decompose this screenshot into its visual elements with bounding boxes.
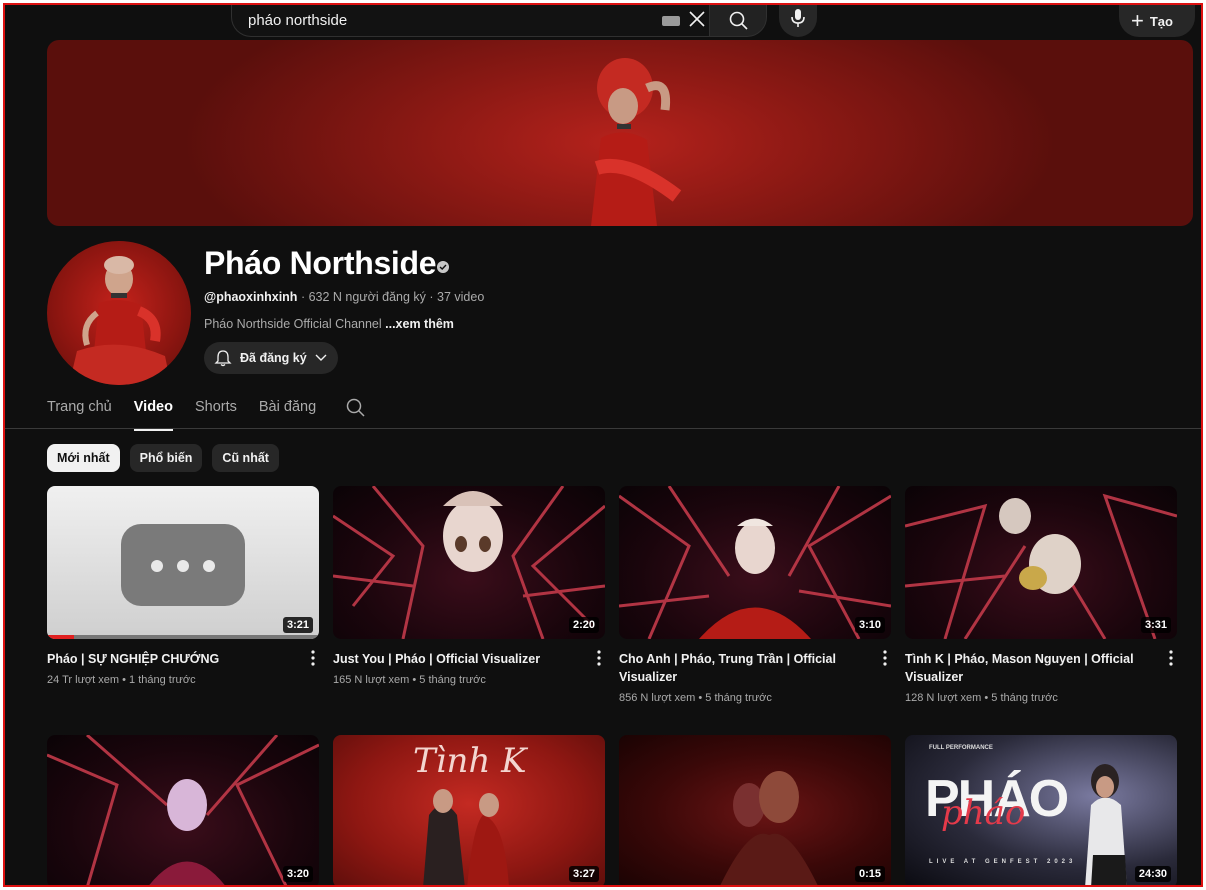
search-icon: [729, 11, 748, 30]
thumbnail-art: [47, 735, 319, 885]
video-age: 5 tháng trước: [705, 692, 772, 704]
search-input[interactable]: [248, 12, 648, 29]
tabs-divider: [5, 428, 1201, 429]
search-box[interactable]: [231, 5, 713, 37]
thumbnail-art: [1085, 764, 1127, 885]
create-label: Tạo: [1149, 13, 1173, 29]
video-thumbnail[interactable]: FULL PERFORMANCE PHÁO pháo LIVE AT GENFE…: [905, 735, 1177, 885]
watch-progress-fill: [47, 635, 75, 639]
video-views: 24 Tr lượt xem: [47, 674, 120, 686]
tab-home[interactable]: Trang chủ: [47, 399, 112, 429]
video-meta: 165 N lượt xem • 5 tháng trước: [333, 674, 486, 686]
thumbnail-art: [423, 789, 509, 885]
thumbnail-art: [333, 486, 605, 639]
youtube-channel-page: + Tạo Pháo Northside @phaoxinhxinh: [3, 3, 1203, 887]
video-duration: 2:20: [568, 617, 599, 633]
channel-meta: @phaoxinhxinh · 632 N người đăng ký · 37…: [204, 290, 484, 304]
search-button[interactable]: [709, 5, 767, 37]
subscribed-label: Đã đăng ký: [240, 351, 307, 365]
video-thumbnail[interactable]: 3:10: [619, 486, 891, 639]
see-more-link[interactable]: ...xem thêm: [385, 317, 454, 331]
watch-progress-bar: [47, 635, 319, 639]
more-options-icon[interactable]: [1169, 650, 1173, 666]
video-thumbnail[interactable]: 3:31: [905, 486, 1177, 639]
video-meta: 128 N lượt xem • 5 tháng trước: [905, 692, 1058, 704]
video-duration: 0:15: [854, 866, 885, 882]
banner-artist-image: [591, 58, 682, 226]
video-thumbnail[interactable]: 2:20: [333, 486, 605, 639]
video-card[interactable]: 3:21 Pháo | SỰ NGHIỆP CHƯỚNG 24 Tr lượt …: [47, 486, 319, 686]
chip-latest[interactable]: Mới nhất: [47, 444, 120, 472]
keyboard-icon[interactable]: [662, 16, 680, 26]
video-thumbnail[interactable]: 3:20: [47, 735, 319, 885]
video-meta: 856 N lượt xem • 5 tháng trước: [619, 692, 772, 704]
video-thumbnail[interactable]: 3:21: [47, 486, 319, 639]
more-options-icon[interactable]: [597, 650, 601, 666]
channel-avatar[interactable]: [47, 241, 191, 385]
video-duration: 3:31: [1140, 617, 1171, 633]
voice-search-button[interactable]: [779, 5, 817, 37]
avatar-image: [69, 256, 171, 385]
mic-icon: [791, 9, 805, 27]
thumbnail-art: [905, 493, 1177, 639]
video-views: 856 N lượt xem: [619, 692, 696, 704]
video-views: 128 N lượt xem: [905, 692, 982, 704]
video-age: 5 tháng trước: [991, 692, 1058, 704]
channel-banner: [47, 40, 1193, 226]
sort-chips: Mới nhất Phổ biến Cũ nhất: [47, 444, 289, 472]
subscriber-count: 632 N người đăng ký: [308, 290, 426, 304]
video-duration: 3:27: [568, 866, 599, 882]
thumbnail-art: [619, 486, 891, 639]
video-card[interactable]: 3:10 Cho Anh | Pháo, Trung Trần | Offici…: [619, 486, 891, 704]
video-age: 5 tháng trước: [419, 674, 486, 686]
dot: [151, 560, 163, 572]
meta-separator: ·: [300, 290, 309, 304]
tab-shorts[interactable]: Shorts: [195, 399, 237, 429]
meta-separator: ·: [429, 290, 438, 304]
tab-videos[interactable]: Video: [133, 399, 174, 431]
video-duration: 24:30: [1134, 866, 1171, 882]
chevron-down-icon: [315, 354, 327, 361]
more-options-icon[interactable]: [311, 650, 315, 666]
video-thumbnail[interactable]: Tình K 3:27: [333, 735, 605, 885]
chip-popular[interactable]: Phổ biến: [129, 444, 203, 472]
video-duration: 3:20: [282, 866, 313, 882]
channel-description[interactable]: Pháo Northside Official Channel ...xem t…: [204, 317, 454, 331]
chip-oldest[interactable]: Cũ nhất: [212, 444, 279, 472]
dot: [177, 560, 189, 572]
more-options-icon[interactable]: [883, 650, 887, 666]
video-card[interactable]: FULL PERFORMANCE PHÁO pháo LIVE AT GENFE…: [905, 735, 1177, 885]
create-button[interactable]: + Tạo: [1119, 5, 1195, 37]
description-text: Pháo Northside Official Channel: [204, 317, 382, 331]
video-duration: 3:21: [282, 617, 313, 633]
thumbnail-art: [720, 771, 818, 885]
video-thumbnail[interactable]: 0:15: [619, 735, 891, 885]
tab-posts[interactable]: Bài đăng: [259, 399, 316, 429]
dot: [203, 560, 215, 572]
video-views: 165 N lượt xem: [333, 674, 410, 686]
video-title[interactable]: Tình K | Pháo, Mason Nguyen | Official V…: [905, 650, 1145, 686]
video-count: 37 video: [437, 290, 485, 304]
channel-name: Pháo Northside: [204, 245, 437, 281]
channel-tabs: Trang chủ Video Shorts Bài đăng: [47, 399, 338, 431]
placeholder-player-icon: [121, 524, 245, 606]
video-title[interactable]: Cho Anh | Pháo, Trung Trần | Official Vi…: [619, 650, 859, 686]
video-card[interactable]: 2:20 Just You | Pháo | Official Visualiz…: [333, 486, 605, 686]
bell-icon: [214, 350, 232, 367]
clear-icon[interactable]: [686, 8, 708, 30]
video-age: 1 tháng trước: [129, 674, 196, 686]
subscribed-button[interactable]: Đã đăng ký: [204, 342, 338, 374]
video-title[interactable]: Just You | Pháo | Official Visualizer: [333, 650, 573, 668]
video-card[interactable]: 3:20: [47, 735, 319, 885]
plus-icon: +: [1131, 8, 1144, 33]
video-card[interactable]: 0:15: [619, 735, 891, 885]
channel-search-icon[interactable]: [346, 398, 366, 418]
channel-handle: @phaoxinhxinh: [204, 290, 298, 304]
video-title[interactable]: Pháo | SỰ NGHIỆP CHƯỚNG: [47, 650, 287, 668]
verified-badge-icon: [437, 261, 449, 273]
video-card[interactable]: Tình K 3:27: [333, 735, 605, 885]
video-meta: 24 Tr lượt xem • 1 tháng trước: [47, 674, 196, 686]
video-duration: 3:10: [854, 617, 885, 633]
video-card[interactable]: 3:31 Tình K | Pháo, Mason Nguyen | Offic…: [905, 486, 1177, 704]
